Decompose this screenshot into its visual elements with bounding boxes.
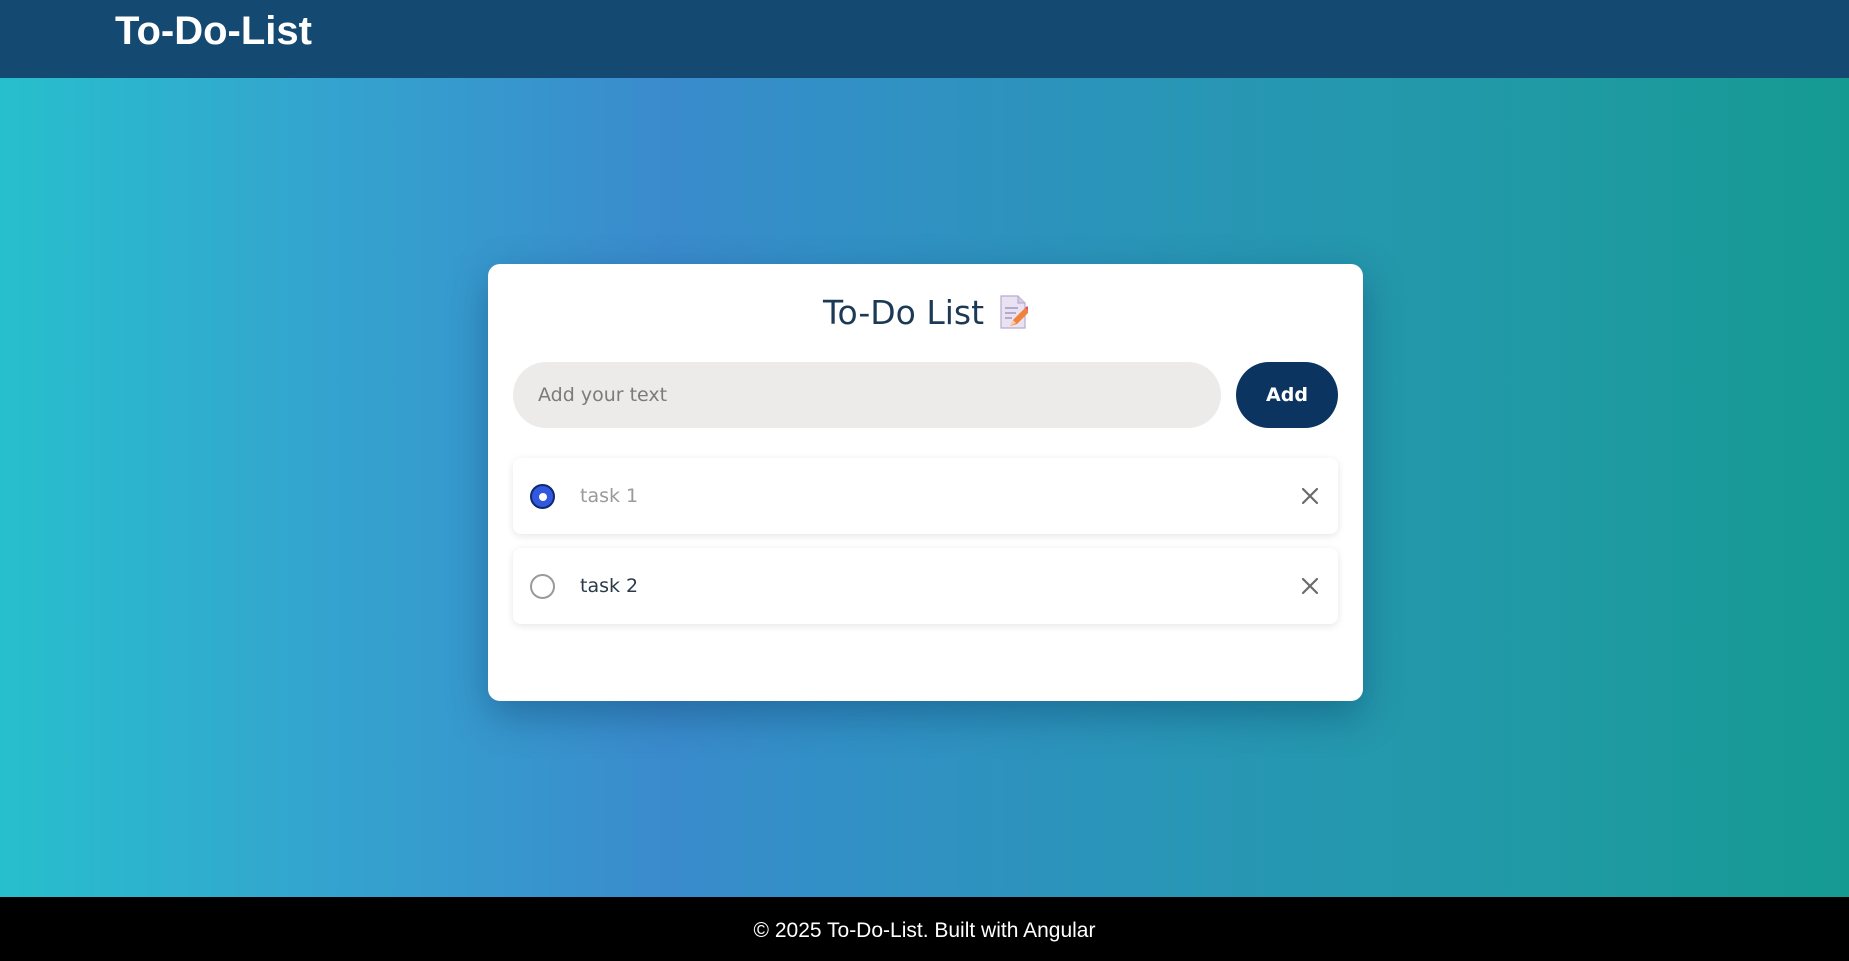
page: To-Do-List To-Do List Add task 1	[0, 0, 1849, 961]
card-title: To-Do List	[488, 288, 1363, 338]
task-list: task 1 task 2	[513, 458, 1338, 638]
brand-title[interactable]: To-Do-List	[115, 6, 312, 56]
task-complete-radio[interactable]	[530, 574, 555, 599]
card-title-text: To-Do List	[822, 293, 985, 332]
footer-text: © 2025 To-Do-List. Built with Angular	[753, 919, 1096, 942]
task-complete-radio[interactable]	[530, 484, 555, 509]
footer: © 2025 To-Do-List. Built with Angular	[0, 897, 1849, 961]
todo-card: To-Do List Add task 1	[488, 264, 1363, 701]
close-icon[interactable]	[1300, 576, 1320, 596]
add-task-row: Add	[513, 362, 1338, 428]
close-icon[interactable]	[1300, 486, 1320, 506]
memo-pencil-icon	[1000, 294, 1029, 329]
task-item: task 1	[513, 458, 1338, 534]
navbar: To-Do-List	[0, 0, 1849, 78]
task-label: task 2	[580, 575, 639, 597]
task-item: task 2	[513, 548, 1338, 624]
task-input[interactable]	[513, 362, 1221, 428]
task-label: task 1	[580, 485, 639, 507]
add-button[interactable]: Add	[1236, 362, 1338, 428]
